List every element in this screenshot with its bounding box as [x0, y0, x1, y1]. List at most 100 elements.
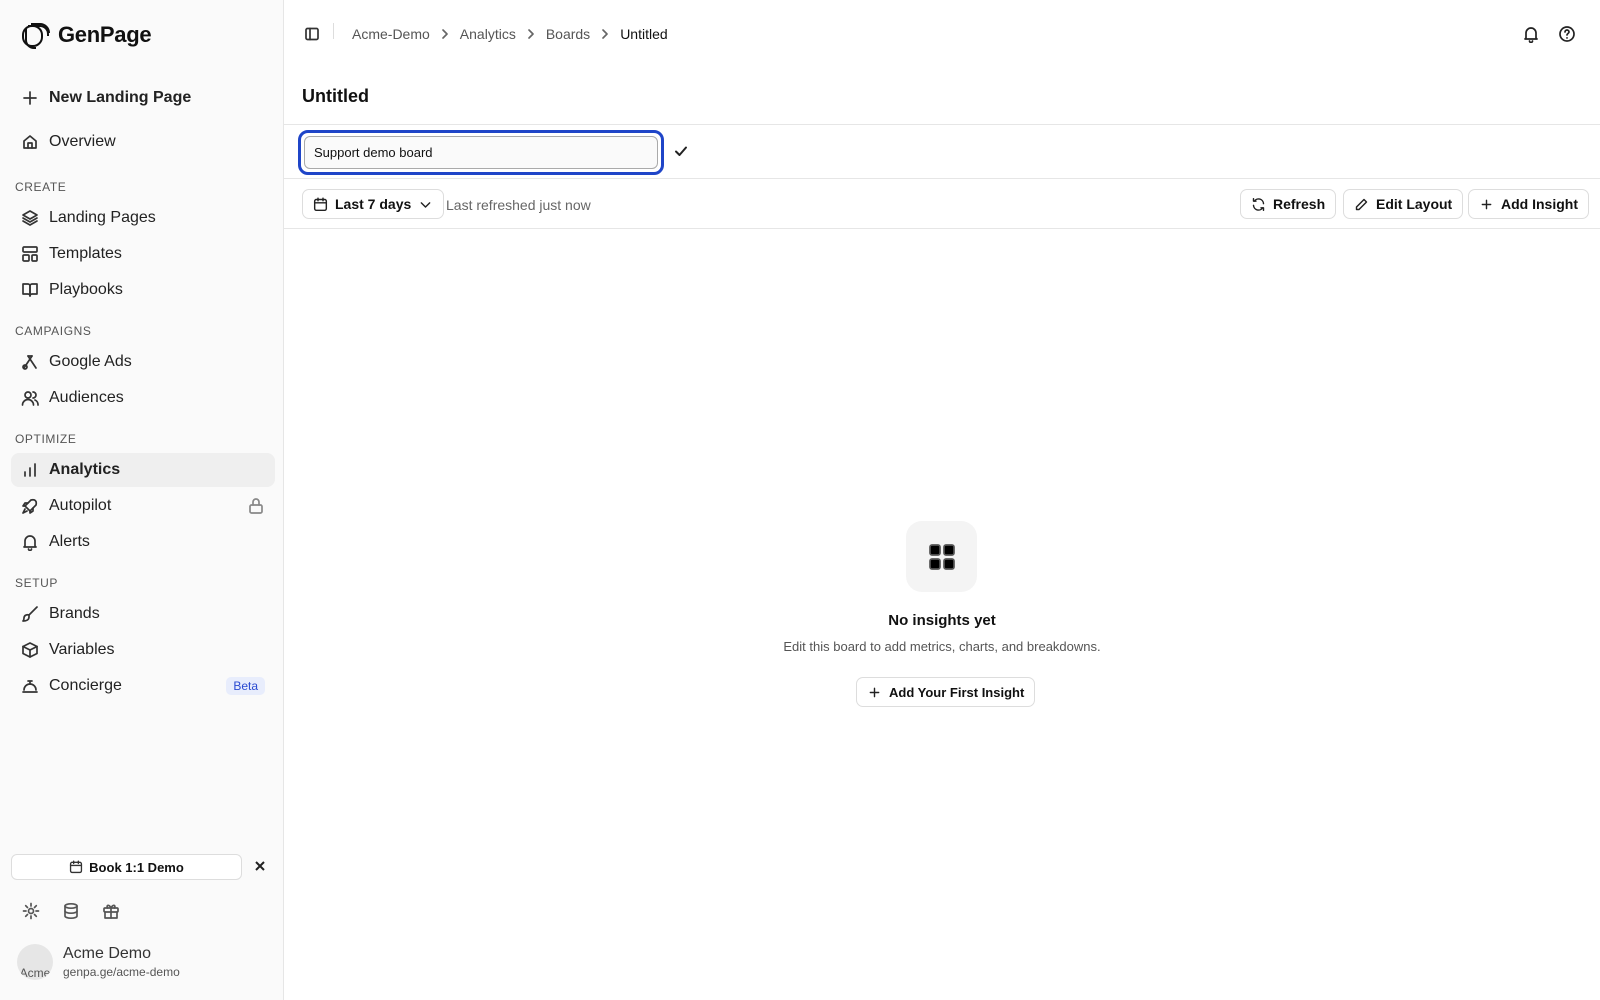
rocket-icon [21, 497, 39, 515]
help-button[interactable] [1558, 25, 1576, 43]
book-open-icon [21, 281, 39, 299]
users-icon [21, 389, 39, 407]
sidebar-item-label: Landing Pages [49, 209, 156, 226]
calendar-icon [313, 197, 328, 212]
empty-state-icon-box [906, 521, 977, 592]
book-demo-button[interactable]: Book 1:1 Demo [11, 854, 242, 880]
pencil-icon [1354, 197, 1369, 212]
divider [284, 178, 1600, 179]
sidebar-item-overview[interactable]: Overview [11, 125, 275, 159]
sidebar-item-autopilot[interactable]: Autopilot [11, 489, 275, 523]
account-url: genpa.ge/acme-demo [63, 965, 180, 979]
breadcrumb: Acme-Demo Analytics Boards Untitled [352, 26, 668, 42]
plus-icon [21, 89, 39, 107]
sidebar-item-landing-pages[interactable]: Landing Pages [11, 201, 275, 235]
chevron-down-icon [418, 197, 433, 212]
layout-template-icon [21, 245, 39, 263]
sidebar-item-google-ads[interactable]: Google Ads [11, 345, 275, 379]
sidebar-item-label: Playbooks [49, 281, 123, 298]
sidebar-item-label: Overview [49, 133, 116, 150]
logo[interactable]: GenPage [20, 20, 152, 50]
sidebar-item-audiences[interactable]: Audiences [11, 381, 275, 415]
plus-icon [1479, 197, 1494, 212]
brush-icon [21, 605, 39, 623]
board-title-input[interactable] [304, 136, 658, 169]
bar-chart-icon [21, 461, 39, 479]
last-refreshed-text: Last refreshed just now [446, 197, 591, 213]
sidebar: GenPage New Landing Page Overview CREATE… [0, 0, 284, 1000]
gear-icon [22, 902, 40, 920]
chevron-right-icon [438, 27, 452, 41]
gift-button[interactable] [102, 902, 120, 920]
beta-badge: Beta [226, 677, 265, 695]
google-ads-icon [21, 353, 39, 371]
new-landing-page-label: New Landing Page [49, 89, 192, 106]
board-title-input-wrapper [298, 130, 664, 175]
account-switcher[interactable]: Acme Acme Demo genpa.ge/acme-demo [17, 944, 180, 980]
calendar-icon [69, 860, 83, 874]
sidebar-item-label: Variables [49, 641, 115, 658]
date-range-select[interactable]: Last 7 days [302, 189, 445, 219]
section-label-create: CREATE [15, 180, 67, 194]
refresh-button[interactable]: Refresh [1240, 189, 1337, 219]
breadcrumb-analytics[interactable]: Analytics [460, 26, 516, 42]
notifications-button[interactable] [1522, 25, 1540, 43]
page-title: Untitled [302, 86, 369, 106]
add-first-insight-button[interactable]: Add Your First Insight [856, 677, 1036, 707]
empty-state-title: No insights yet [888, 612, 996, 629]
sidebar-item-label: Templates [49, 245, 122, 262]
bell-icon [21, 533, 39, 551]
chevron-right-icon [598, 27, 612, 41]
database-button[interactable] [62, 902, 80, 920]
sidebar-item-concierge[interactable]: Concierge Beta [11, 669, 275, 703]
divider [284, 124, 1600, 125]
close-demo-button[interactable] [252, 858, 270, 876]
section-label-optimize: OPTIMIZE [15, 432, 77, 446]
topbar-divider [333, 23, 334, 39]
section-label-setup: SETUP [15, 576, 59, 590]
grid-icon [926, 541, 958, 573]
database-icon [62, 902, 80, 920]
brand-name: GenPage [58, 22, 152, 47]
edit-layout-label: Edit Layout [1376, 196, 1453, 212]
lock-icon [247, 497, 265, 515]
sidebar-item-templates[interactable]: Templates [11, 237, 275, 271]
chevron-right-icon [524, 27, 538, 41]
date-range-label: Last 7 days [335, 196, 412, 212]
edit-layout-button[interactable]: Edit Layout [1343, 189, 1464, 219]
help-circle-icon [1558, 25, 1576, 43]
breadcrumb-current: Untitled [620, 26, 668, 42]
toggle-sidebar-button[interactable] [304, 26, 320, 42]
sidebar-toggle-icon [304, 26, 320, 42]
sidebar-item-variables[interactable]: Variables [11, 633, 275, 667]
confirm-title-button[interactable] [673, 143, 689, 159]
bell-icon [1522, 25, 1540, 43]
add-first-insight-label: Add Your First Insight [889, 684, 1025, 700]
avatar: Acme [17, 944, 53, 980]
section-label-campaigns: CAMPAIGNS [15, 324, 92, 338]
sidebar-item-playbooks[interactable]: Playbooks [11, 273, 275, 307]
add-insight-button[interactable]: Add Insight [1468, 189, 1589, 219]
sidebar-item-analytics[interactable]: Analytics [11, 453, 275, 487]
sidebar-item-label: Google Ads [49, 353, 132, 370]
account-name: Acme Demo [63, 945, 152, 962]
add-insight-label: Add Insight [1501, 196, 1578, 212]
home-icon [21, 133, 39, 151]
sidebar-item-alerts[interactable]: Alerts [11, 525, 275, 559]
settings-button[interactable] [22, 902, 40, 920]
refresh-label: Refresh [1273, 196, 1326, 212]
sidebar-item-label: Brands [49, 605, 100, 622]
breadcrumb-boards[interactable]: Boards [546, 26, 590, 42]
close-icon [252, 858, 270, 874]
check-icon [673, 143, 689, 159]
sidebar-item-label: Autopilot [49, 497, 112, 514]
empty-state-subtitle: Edit this board to add metrics, charts, … [783, 639, 1101, 654]
sidebar-item-label: Audiences [49, 389, 124, 406]
sidebar-item-brands[interactable]: Brands [11, 597, 275, 631]
refresh-icon [1251, 197, 1266, 212]
new-landing-page-button[interactable]: New Landing Page [11, 81, 275, 115]
breadcrumb-acme-demo[interactable]: Acme-Demo [352, 26, 430, 42]
book-demo-label: Book 1:1 Demo [89, 859, 184, 875]
sidebar-item-label: Concierge [49, 677, 122, 694]
concierge-bell-icon [21, 677, 39, 695]
